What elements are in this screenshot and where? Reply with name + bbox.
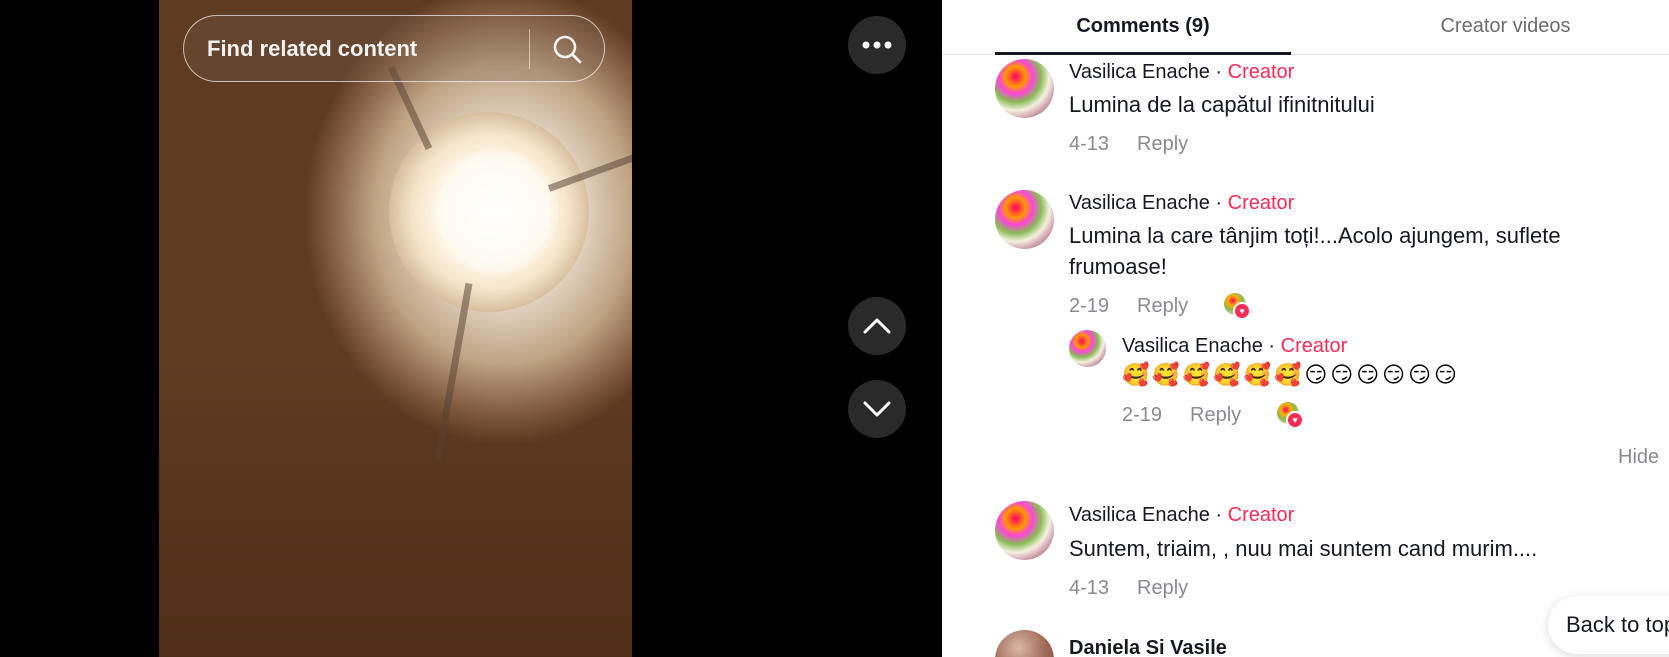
reply-button[interactable]: Reply (1137, 133, 1188, 155)
reply-button[interactable]: Reply (1137, 577, 1188, 599)
creator-badge: Creator (1280, 335, 1348, 357)
author-name: Vasilica Enache (1069, 61, 1210, 83)
previous-video-button[interactable] (848, 297, 906, 355)
comment-text: 🥰🥰🥰🥰🥰🥰😏😏😏😏😏😏 (1122, 362, 1460, 387)
comment-meta: 4-13 Reply (1069, 577, 1188, 600)
comment-meta: 4-13 Reply (1069, 133, 1188, 156)
tab-bar: Comments (9) Creator videos (942, 0, 1669, 55)
heart-icon: ♥ (1286, 411, 1304, 429)
video-player[interactable] (159, 0, 632, 657)
creator-liked-badge: ♥ (1224, 293, 1251, 320)
video-shade (159, 0, 632, 657)
name-separator: · (1215, 192, 1223, 214)
next-video-button[interactable] (848, 380, 906, 438)
comment-date: 4-13 (1069, 577, 1110, 599)
tab-creator-videos[interactable]: Creator videos (1342, 0, 1669, 52)
author-name: Vasilica Enache (1122, 335, 1263, 357)
more-icon (862, 41, 892, 49)
comment-date: 4-13 (1069, 133, 1110, 155)
creator-badge: Creator (1227, 61, 1295, 83)
author-name: Vasilica Enache (1069, 504, 1210, 526)
reply-button[interactable]: Reply (1190, 404, 1241, 426)
search-bar[interactable]: Find related content (183, 15, 605, 82)
comment-author[interactable]: Vasilica Enache · Creator (1069, 61, 1294, 84)
hide-replies-button[interactable]: Hide (1618, 446, 1659, 469)
comment-meta: 2-19 Reply (1122, 404, 1241, 427)
comment-text: Lumina la care tânjim toți!...Acolo ajun… (1069, 223, 1561, 279)
comment-meta: 2-19 Reply (1069, 295, 1188, 318)
creator-badge: Creator (1227, 192, 1295, 214)
search-button[interactable] (530, 16, 604, 81)
comment-date: 2-19 (1069, 295, 1110, 317)
comments-panel: Comments (9) Creator videos Vasilica Ena… (942, 0, 1669, 657)
avatar[interactable] (995, 190, 1054, 249)
comment-text: Suntem, triaim, , nuu mai suntem cand mu… (1069, 536, 1538, 561)
author-name: Vasilica Enache (1069, 192, 1210, 214)
comment-author[interactable]: Daniela Si Vasile (1069, 637, 1227, 657)
search-icon (553, 35, 582, 63)
reply-button[interactable]: Reply (1137, 295, 1188, 317)
name-separator: · (1215, 504, 1223, 526)
creator-badge: Creator (1227, 504, 1295, 526)
comment-text: Lumina de la capătul ifinitnitului (1069, 92, 1375, 117)
avatar[interactable] (995, 630, 1054, 657)
comment-author[interactable]: Vasilica Enache · Creator (1122, 335, 1347, 358)
avatar[interactable] (1069, 330, 1106, 367)
comment-date: 2-19 (1122, 404, 1163, 426)
tab-comments[interactable]: Comments (9) (995, 0, 1291, 55)
more-button[interactable] (848, 16, 906, 74)
avatar[interactable] (995, 59, 1054, 118)
heart-icon: ♥ (1233, 302, 1251, 320)
video-pane: Find related content (0, 0, 950, 657)
chevron-up-icon (863, 318, 891, 334)
creator-liked-badge: ♥ (1277, 402, 1304, 429)
chevron-down-icon (863, 401, 891, 417)
avatar[interactable] (995, 501, 1054, 560)
name-separator: · (1268, 335, 1276, 357)
comment-author[interactable]: Vasilica Enache · Creator (1069, 192, 1294, 215)
search-input[interactable]: Find related content (207, 36, 529, 62)
comment-author[interactable]: Vasilica Enache · Creator (1069, 504, 1294, 527)
back-to-top-button[interactable]: Back to top (1548, 596, 1669, 654)
name-separator: · (1215, 61, 1223, 83)
author-name: Daniela Si Vasile (1069, 637, 1227, 657)
